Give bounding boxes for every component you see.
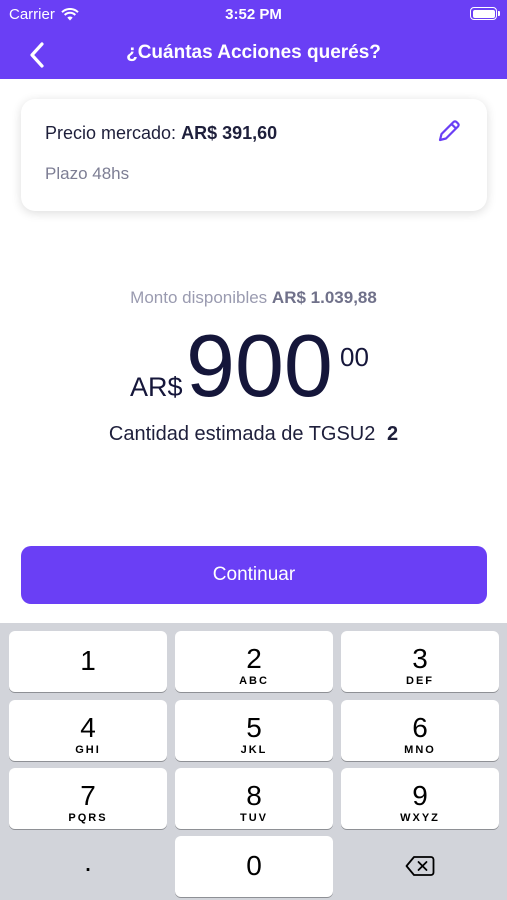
key-decimal-label: .: [84, 846, 92, 877]
key-digit: 0: [246, 850, 262, 881]
amount-integer: 900: [186, 316, 333, 415]
key-letters: MNO: [404, 744, 436, 756]
key-digit: 5: [246, 712, 262, 743]
key-letters: DEF: [406, 675, 434, 687]
key-letters: JKL: [240, 744, 268, 756]
key-digit: 4: [80, 712, 96, 743]
top-bar: Carrier 3:52 PM ¿Cuántas Acciones querés…: [0, 0, 507, 79]
available-amount: Monto disponibles AR$ 1.039,88: [0, 288, 507, 308]
market-price-label: Precio mercado:: [45, 123, 177, 143]
market-price-value: AR$ 391,60: [181, 123, 278, 143]
backspace-icon: [405, 856, 435, 876]
key-letters: WXYZ: [400, 812, 440, 824]
amount-currency: AR$: [130, 372, 183, 402]
key-letters: PQRS: [68, 812, 108, 824]
key-3[interactable]: 3 DEF: [341, 631, 499, 692]
available-label: Monto disponibles: [130, 288, 268, 307]
battery-icon: [470, 7, 500, 20]
key-digit: 2: [246, 643, 262, 674]
key-letters: TUV: [240, 812, 268, 824]
numeric-keypad: 1 2 ABC 3 DEF 4 GHI 5 JKL 6 MNO 7 PQRS 8…: [0, 623, 507, 900]
key-4[interactable]: 4 GHI: [9, 700, 167, 761]
status-bar: Carrier 3:52 PM: [0, 0, 507, 28]
continue-button[interactable]: Continuar: [21, 546, 487, 604]
term-label: Plazo 48hs: [45, 164, 130, 183]
status-time: 3:52 PM: [225, 6, 282, 23]
key-digit: 1: [80, 645, 96, 676]
key-letters: GHI: [75, 744, 101, 756]
key-8[interactable]: 8 TUV: [175, 768, 333, 829]
nav-bar: ¿Cuántas Acciones querés?: [0, 28, 507, 79]
estimated-quantity-label: Cantidad estimada de TGSU2: [108, 423, 376, 445]
key-digit: 8: [246, 780, 262, 811]
key-digit: 6: [412, 712, 428, 743]
key-digit: 7: [80, 780, 96, 811]
key-7[interactable]: 7 PQRS: [9, 768, 167, 829]
key-2[interactable]: 2 ABC: [175, 631, 333, 692]
estimated-quantity: Cantidad estimada de TGSU2 2: [0, 423, 507, 446]
pencil-icon[interactable]: [435, 117, 463, 145]
available-value: AR$ 1.039,88: [271, 288, 377, 307]
key-6[interactable]: 6 MNO: [341, 700, 499, 761]
market-price: Precio mercado: AR$ 391,60: [45, 123, 277, 144]
key-1[interactable]: 1: [9, 631, 167, 692]
estimated-quantity-value: 2: [386, 423, 399, 445]
key-digit: 9: [412, 780, 428, 811]
amount-cents: 00: [340, 342, 369, 372]
key-decimal[interactable]: .: [9, 836, 167, 897]
key-digit: 3: [412, 643, 428, 674]
page-title: ¿Cuántas Acciones querés?: [126, 42, 381, 63]
key-0[interactable]: 0: [175, 836, 333, 897]
key-9[interactable]: 9 WXYZ: [341, 768, 499, 829]
amount-display: AR$ 900 00: [0, 316, 507, 415]
backspace-key[interactable]: [341, 836, 499, 897]
key-letters: ABC: [239, 675, 269, 687]
market-price-card: Precio mercado: AR$ 391,60 Plazo 48hs: [21, 99, 487, 211]
key-5[interactable]: 5 JKL: [175, 700, 333, 761]
